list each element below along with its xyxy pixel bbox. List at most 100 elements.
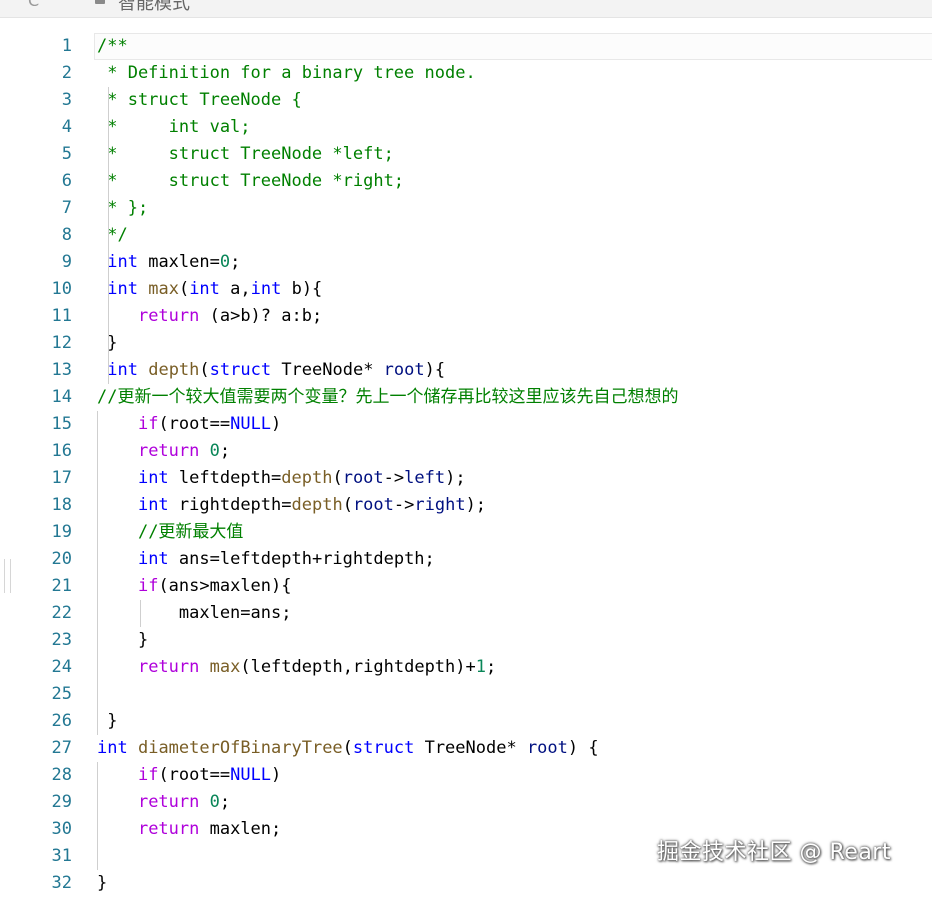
code-token: int xyxy=(137,468,169,488)
code-line[interactable]: //更新一个较大值需要两个变量？先上一个储存再比较这里应该先自己想想的 xyxy=(97,384,932,411)
code-token: TreeNode* xyxy=(271,360,384,380)
code-token: root xyxy=(352,495,394,515)
code-line[interactable] xyxy=(97,681,932,708)
code-token: * struct TreeNode *left; xyxy=(97,144,394,164)
code-line[interactable]: int ans=leftdepth+rightdepth; xyxy=(97,546,932,573)
line-number: 12 xyxy=(51,333,72,353)
code-line[interactable]: * struct TreeNode { xyxy=(97,87,932,114)
indent-guide xyxy=(108,195,109,222)
code-token: return xyxy=(137,792,200,812)
indent-guide xyxy=(108,222,109,249)
code-line[interactable]: return max(leftdepth,rightdepth)+1; xyxy=(97,654,932,681)
code-line[interactable]: int leftdepth=depth(root->left); xyxy=(97,465,932,492)
code-token: NULL xyxy=(230,414,272,434)
code-token: /** xyxy=(97,36,128,56)
line-number-gutter: 1 2 3 4 5 6 7 8 9 10 11 12 13 14 15 16 17 18 19 20 21 22 23 24 2… xyxy=(0,33,82,897)
indent-guide xyxy=(97,708,98,735)
code-token: ; xyxy=(230,252,241,272)
indent-guide xyxy=(97,600,98,627)
code-line[interactable]: int maxlen=0; xyxy=(97,249,932,276)
line-number: 11 xyxy=(51,306,72,326)
line-number: 22 xyxy=(51,603,72,623)
line-number: 26 xyxy=(51,711,72,731)
code-token: max xyxy=(148,279,179,299)
code-token: ( xyxy=(342,495,353,515)
code-token: 0 xyxy=(219,252,231,272)
code-editor[interactable]: 1 2 3 4 5 6 7 8 9 10 11 12 13 14 15 16 17 18 19 20 21 22 23 24 2… xyxy=(0,17,932,893)
line-number: 18 xyxy=(51,495,72,515)
code-line[interactable]: * struct TreeNode *right; xyxy=(97,168,932,195)
code-line[interactable]: * Definition for a binary tree node. xyxy=(97,60,932,87)
code-line[interactable]: * int val; xyxy=(97,114,932,141)
code-line[interactable]: int depth(struct TreeNode* root){ xyxy=(97,357,932,384)
code-line[interactable]: if(ans>maxlen){ xyxy=(97,573,932,600)
code-token: max xyxy=(209,657,241,677)
code-line[interactable]: if(root==NULL) xyxy=(97,411,932,438)
code-line[interactable]: return (a>b)? a:b; xyxy=(97,303,932,330)
indent-guide xyxy=(97,519,98,546)
code-token: ( xyxy=(332,468,343,488)
code-line[interactable]: return 0; xyxy=(97,438,932,465)
indent-guide xyxy=(108,168,109,195)
code-token: TreeNode* xyxy=(414,738,527,758)
watermark: 掘金技术社区 @ Reart xyxy=(657,840,891,865)
code-line[interactable]: } xyxy=(97,870,932,897)
code-token: root xyxy=(526,738,568,758)
code-token: left xyxy=(404,468,446,488)
indent-guide xyxy=(97,411,98,438)
line-number: 24 xyxy=(51,657,72,677)
code-line[interactable]: //更新最大值 xyxy=(97,519,932,546)
code-line[interactable]: * struct TreeNode *left; xyxy=(97,141,932,168)
indent-guide xyxy=(97,681,98,708)
code-line[interactable]: } xyxy=(97,708,932,735)
code-token: ; xyxy=(486,657,497,677)
code-line[interactable]: /** xyxy=(97,33,932,60)
code-line[interactable]: int rightdepth=depth(root->right); xyxy=(97,492,932,519)
line-number: 27 xyxy=(51,738,72,758)
code-token: 1 xyxy=(475,657,486,677)
code-line[interactable]: */ xyxy=(97,222,932,249)
code-token: int xyxy=(107,252,138,272)
line-number: 15 xyxy=(51,414,72,434)
line-number: 10 xyxy=(51,279,72,299)
line-number: 8 xyxy=(61,225,72,245)
code-line[interactable]: int diameterOfBinaryTree(struct TreeNode… xyxy=(97,735,932,762)
code-token: depth xyxy=(291,495,343,515)
code-token: //更新最大值 xyxy=(137,522,244,542)
back-icon[interactable]: C xyxy=(28,0,39,10)
code-token: NULL xyxy=(230,765,272,785)
code-token: b){ xyxy=(281,279,323,299)
mode-icon xyxy=(95,0,105,4)
line-number: 5 xyxy=(61,144,72,164)
code-token: int xyxy=(137,549,169,569)
line-number: 25 xyxy=(51,684,72,704)
code-token: ans=leftdepth+rightdepth; xyxy=(168,549,435,569)
indent-guide xyxy=(97,465,98,492)
code-token: //更新一个较大值需要两个变量？先上一个储存再比较这里应该先自己想想的 xyxy=(97,387,679,407)
code-area[interactable]: /** * Definition for a binary tree node.… xyxy=(97,33,932,897)
code-line[interactable]: } xyxy=(97,330,932,357)
code-line[interactable]: * }; xyxy=(97,195,932,222)
code-token: ) xyxy=(271,414,282,434)
code-line[interactable]: maxlen=ans; xyxy=(97,600,932,627)
code-line[interactable]: return 0; xyxy=(97,789,932,816)
code-token: } xyxy=(97,711,118,731)
line-number: 31 xyxy=(51,846,72,866)
code-line[interactable]: if(root==NULL) xyxy=(97,762,932,789)
code-token: * int val; xyxy=(97,117,251,137)
indent-guide xyxy=(97,762,98,789)
indent-guide xyxy=(108,303,109,330)
mode-label[interactable]: 智能模式 xyxy=(118,0,190,15)
code-line[interactable]: int max(int a,int b){ xyxy=(97,276,932,303)
indent-guide xyxy=(97,843,98,870)
indent-guide xyxy=(97,492,98,519)
code-token: ; xyxy=(219,441,231,461)
code-line[interactable]: } xyxy=(97,627,932,654)
